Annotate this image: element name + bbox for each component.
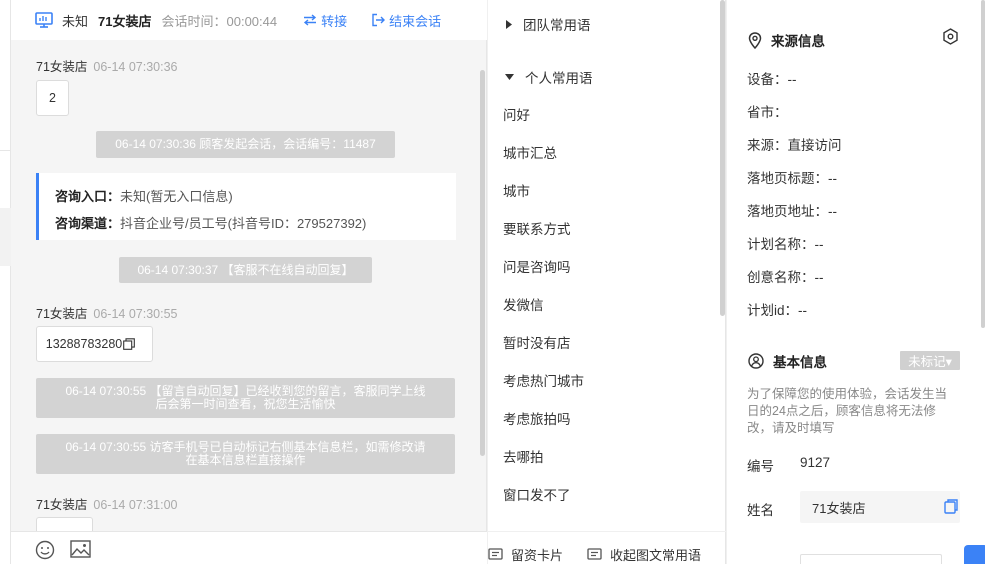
field-id-label: 编号	[747, 459, 774, 474]
system-message: 06-14 07:30:36 顾客发起会话，会话编号：11487	[96, 131, 395, 158]
team-phrases-group[interactable]: 团队常用语	[506, 14, 591, 34]
copy-icon[interactable]	[123, 338, 136, 350]
field-creative-name: 创意名称：--	[747, 270, 824, 285]
phrase-item[interactable]: 去哪拍	[503, 446, 544, 466]
copy-icon[interactable]	[944, 499, 958, 514]
chat-header: 未知 71女装店 会话时间：00:00:44 转接 结束会话	[11, 0, 487, 40]
monitor-icon	[35, 12, 53, 28]
exit-icon	[372, 13, 386, 27]
field-id-value: 9127	[800, 455, 831, 470]
field-province: 省市：	[747, 105, 788, 120]
tag-dropdown[interactable]: 未标记▾	[900, 351, 960, 370]
message-meta: 71女装店 06-14 07:31:00	[36, 498, 178, 512]
source-info-title: 来源信息	[748, 30, 825, 50]
field-plan-id: 计划id：--	[747, 303, 807, 318]
visitor-status: 未知	[62, 13, 89, 29]
session-time: 会话时间：00:00:44	[161, 13, 278, 29]
edit-notice: 为了保障您的使用体验，会话发生当日的24点之后，顾客信息将无法修改，请及时填写	[747, 387, 948, 435]
phrases-scrollbar[interactable]	[720, 0, 725, 316]
basic-info-title: 基本信息	[748, 351, 827, 371]
personal-phrases-group[interactable]: 个人常用语	[505, 67, 593, 87]
name-input[interactable]: 71女装店	[800, 491, 960, 523]
settings-icon[interactable]	[942, 28, 959, 45]
consult-info-card: 咨询入口：未知(暂无入口信息) 咨询渠道：抖音企业号/员工号(抖音号ID：279…	[36, 173, 456, 240]
message-bubble[interactable]	[36, 517, 93, 531]
system-message: 06-14 07:30:55 访客手机号已自动标记右侧基本信息栏，如需修改请 在基…	[36, 434, 455, 474]
field-landing-url: 落地页地址：--	[747, 204, 837, 219]
left-edge-strip	[0, 0, 11, 564]
collapse-phrases-button[interactable]: 收起图文常用语	[587, 545, 701, 564]
field-name-label: 姓名	[747, 503, 774, 518]
phrase-item[interactable]: 问是咨询吗	[503, 256, 571, 276]
phrase-item[interactable]: 窗口发不了	[503, 484, 571, 504]
message-bubble[interactable]: 2	[36, 80, 69, 116]
leave-card-button[interactable]: 留资卡片	[488, 545, 563, 564]
store-name: 71女装店	[98, 13, 152, 29]
chat-panel: 未知 71女装店 会话时间：00:00:44 转接 结束会话 71女装店 06-1…	[11, 0, 487, 564]
phrase-item[interactable]: 问好	[503, 104, 530, 124]
message-meta: 71女装店 06-14 07:30:55	[36, 307, 178, 321]
message-bubble[interactable]: 13288783280	[36, 326, 153, 362]
system-message: 06-14 07:30:37 【客服不在线自动回复】	[119, 257, 372, 283]
phrases-panel: 团队常用语 个人常用语 问好 城市汇总 城市 要联系方式 问是咨询吗 发微信 暂…	[488, 0, 726, 564]
field-landing-title: 落地页标题：--	[747, 171, 837, 186]
next-field-input[interactable]	[800, 554, 942, 564]
info-scrollbar[interactable]	[981, 0, 985, 328]
phrase-item[interactable]: 发微信	[503, 294, 544, 314]
emoji-icon[interactable]	[35, 540, 55, 560]
end-session-button[interactable]: 结束会话	[371, 11, 441, 30]
phrases-footer: 留资卡片 收起图文常用语	[488, 531, 726, 564]
chat-toolbar	[11, 531, 487, 564]
left-selected-block	[0, 208, 11, 266]
phrase-item[interactable]: 城市	[503, 180, 530, 200]
phrase-item[interactable]: 考虑热门城市	[503, 370, 584, 390]
card-icon	[488, 548, 503, 560]
field-plan-name: 计划名称：--	[747, 237, 824, 252]
user-icon	[748, 353, 764, 369]
caret-right-icon	[506, 19, 512, 29]
system-message: 06-14 07:30:55 【留言自动回复】已经收到您的留言，客服同学上线 后会…	[36, 378, 455, 418]
location-icon	[748, 31, 762, 49]
left-divider	[0, 150, 11, 151]
floating-action-button[interactable]	[964, 545, 985, 564]
phrase-item[interactable]: 暂时没有店	[503, 332, 571, 352]
field-source: 来源：直接访问	[747, 138, 842, 153]
card-icon	[587, 548, 602, 560]
transfer-button[interactable]: 转接	[303, 11, 347, 30]
transfer-icon	[304, 14, 317, 26]
field-device: 设备：--	[747, 72, 797, 87]
phrase-item[interactable]: 城市汇总	[503, 142, 557, 162]
phrase-item[interactable]: 考虑旅拍吗	[503, 408, 571, 428]
message-meta: 71女装店 06-14 07:30:36	[36, 60, 178, 74]
visitor-info-panel: 来源信息 设备：-- 省市： 来源：直接访问 落地页标题：-- 落地页地址：--…	[727, 0, 985, 564]
message-list[interactable]: 71女装店 06-14 07:30:36 2 06-14 07:30:36 顾客发…	[11, 40, 487, 531]
caret-down-icon	[505, 74, 514, 80]
chat-scrollbar[interactable]	[480, 70, 485, 456]
phrase-item[interactable]: 要联系方式	[503, 218, 571, 238]
image-icon[interactable]	[70, 540, 91, 558]
